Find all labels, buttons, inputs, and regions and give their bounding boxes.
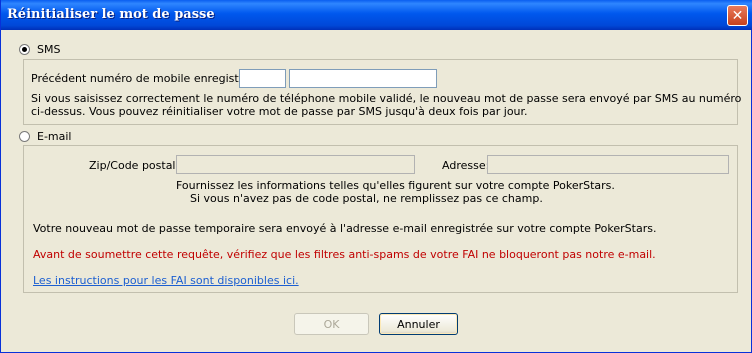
cancel-button[interactable]: Annuler xyxy=(379,313,458,335)
phone-label: Précédent numéro de mobile enregistré: xyxy=(31,72,254,85)
title-bar[interactable]: Réinitialiser le mot de passe ✕ xyxy=(1,0,752,30)
phone-prefix-input[interactable] xyxy=(239,69,286,88)
address-label: Adresse: xyxy=(442,159,490,172)
temp-password-notice: Votre nouveau mot de passe temporaire se… xyxy=(33,222,657,235)
reset-password-dialog: Réinitialiser le mot de passe ✕ SMS Préc… xyxy=(0,0,752,353)
ok-button[interactable]: OK xyxy=(294,313,369,335)
address-input[interactable] xyxy=(487,155,729,174)
sms-radio-label[interactable]: SMS xyxy=(37,43,60,56)
sms-radio[interactable] xyxy=(19,44,30,55)
close-icon: ✕ xyxy=(731,7,744,24)
email-radio[interactable] xyxy=(19,131,30,142)
zip-input[interactable] xyxy=(176,155,415,174)
window-title: Réinitialiser le mot de passe xyxy=(7,7,215,22)
sms-group: Précédent numéro de mobile enregistré: S… xyxy=(23,59,742,125)
phone-number-input[interactable] xyxy=(289,69,437,88)
close-button[interactable]: ✕ xyxy=(727,5,748,26)
zip-label: Zip/Code postal: xyxy=(89,159,180,172)
email-info-line1: Fournissez les informations telles qu'el… xyxy=(176,179,615,192)
email-group: Zip/Code postal: Adresse: Fournissez les… xyxy=(23,145,738,293)
email-radio-label[interactable]: E-mail xyxy=(37,130,72,143)
email-info-line2: Si vous n'avez pas de code postal, ne re… xyxy=(190,192,543,205)
sms-info-line1: Si vous saisissez correctement le numéro… xyxy=(31,92,742,105)
sms-info-line2: ci-dessus. Vous pouvez réinitialiser vot… xyxy=(31,105,528,118)
isp-instructions-link[interactable]: Les instructions pour les FAI sont dispo… xyxy=(33,274,299,287)
spam-warning: Avant de soumettre cette requête, vérifi… xyxy=(33,248,656,261)
